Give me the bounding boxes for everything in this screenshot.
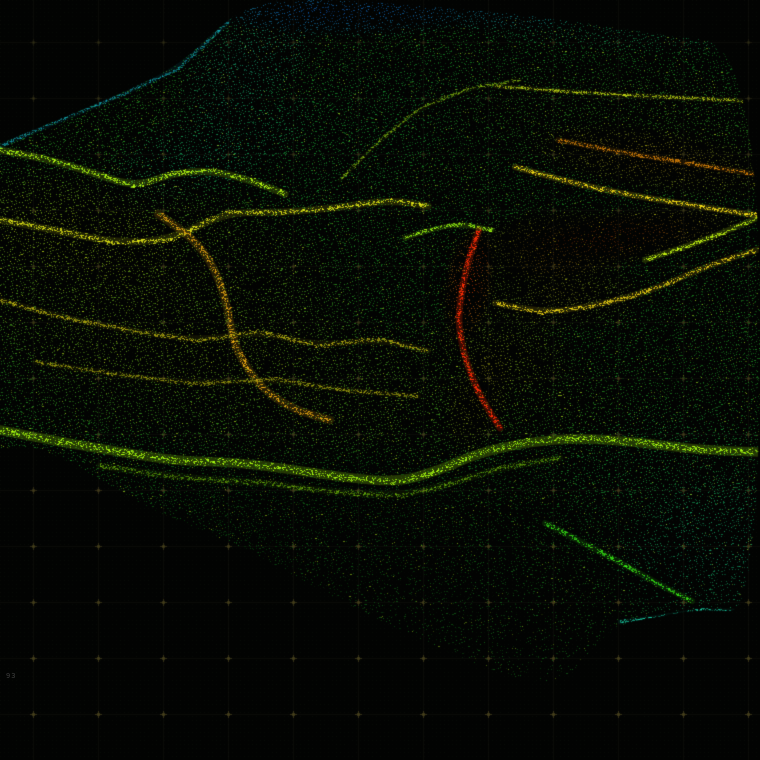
terrain-viewer: 93 xyxy=(0,0,760,760)
watermark-label: 93 xyxy=(6,672,17,680)
point-cloud-canvas[interactable] xyxy=(0,0,760,760)
